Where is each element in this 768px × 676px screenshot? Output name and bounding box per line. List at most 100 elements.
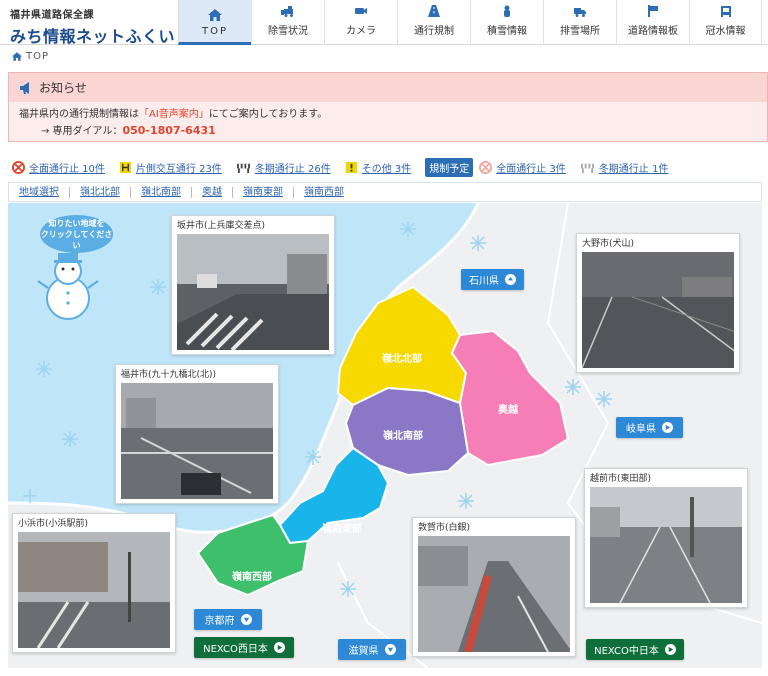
link-kyoto[interactable]: 京都府 — [194, 609, 262, 630]
site-header: 福井県道路保全課 みち情報ネットふくい TOP 除雪状況 カメラ 通行規制 積雪… — [0, 0, 768, 47]
region-label-reihoku-south[interactable]: 嶺北南部 — [383, 427, 423, 442]
camera-echizen[interactable]: 越前市(東田部) — [584, 468, 748, 608]
camera-obama[interactable]: 小浜市(小浜駅前) — [12, 513, 176, 653]
link-label: 京都府 — [204, 616, 235, 627]
region-label-reinan-east[interactable]: 嶺南東部 — [322, 520, 362, 535]
camera-caption: 大野市(犬山) — [582, 239, 635, 249]
nav-snow-dump[interactable]: 排雪場所 — [543, 0, 616, 45]
site-title: みち情報ネットふくい — [10, 27, 176, 46]
link-ishikawa[interactable]: 石川県 — [461, 269, 524, 290]
camera-caption: 福井市(九十九橋北(北)) — [121, 370, 217, 380]
nav-traffic[interactable]: 通行規制 — [397, 0, 470, 45]
tab-reihoku-south[interactable]: 嶺北南部 — [130, 186, 191, 198]
arrow-right-icon — [273, 642, 285, 653]
nav-camera[interactable]: カメラ — [324, 0, 397, 45]
notice-line-2: → 専用ダイアル：050-1807-6431 — [19, 123, 767, 140]
nav-label: カメラ — [346, 26, 376, 37]
region-label-reihoku-north[interactable]: 嶺北北部 — [382, 350, 422, 365]
warning-icon — [345, 161, 357, 173]
region-label-okuetsu[interactable]: 奥越 — [498, 401, 518, 416]
status-other[interactable]: その他 3件 — [345, 160, 412, 175]
camera-ono[interactable]: 大野市(犬山) — [576, 233, 740, 373]
status-link[interactable]: 片側交互通行 23件 — [136, 160, 222, 175]
nav-top[interactable]: TOP — [178, 0, 251, 45]
region-okuetsu — [450, 329, 570, 467]
site-logo[interactable]: 福井県道路保全課 みち情報ネットふくい — [10, 6, 180, 47]
status-planned-full-closure[interactable]: 全面通行止 3件 — [479, 160, 566, 175]
ai-voice-guide: 「AI音声案内」 — [139, 109, 209, 120]
nav-label: 通行規制 — [414, 26, 454, 37]
status-link[interactable]: 全面通行止 10件 — [29, 160, 105, 175]
nav-flood[interactable]: 冠水情報 — [689, 0, 762, 45]
tab-reinan-east[interactable]: 嶺南東部 — [232, 186, 293, 198]
breadcrumb: TOP — [12, 49, 49, 63]
link-gifu[interactable]: 岐阜県 — [616, 417, 683, 438]
link-label: 滋賀県 — [348, 646, 379, 657]
nav-snow-depth[interactable]: 積雪情報 — [470, 0, 543, 45]
nav-label: 冠水情報 — [705, 26, 746, 37]
tab-reihoku-north[interactable]: 嶺北北部 — [69, 186, 130, 198]
tab-reinan-west[interactable]: 嶺南西部 — [293, 186, 354, 198]
regulation-summary: 全面通行止 10件 片側交互通行 23件 冬期通行止 26件 その他 3件 規制… — [12, 157, 682, 177]
tab-area-select[interactable]: 地域選択 — [17, 187, 69, 198]
camera-image — [177, 234, 329, 350]
status-link[interactable]: その他 3件 — [362, 160, 412, 175]
notice-title: お知らせ — [39, 81, 87, 95]
nav-label: 道路情報板 — [628, 26, 678, 37]
camera-caption: 敦賀市(白銀) — [418, 523, 471, 533]
camera-image — [418, 536, 570, 652]
breadcrumb-current: TOP — [26, 50, 50, 62]
main-nav: TOP 除雪状況 カメラ 通行規制 積雪情報 排雪場所 道路情報板 冠水情報 — [178, 0, 762, 45]
nav-label: 除雪状況 — [268, 26, 308, 37]
arrow-up-icon — [505, 274, 516, 285]
flood-icon — [720, 6, 731, 17]
nav-road-board[interactable]: 道路情報板 — [616, 0, 689, 45]
camera-caption: 越前市(東田部) — [590, 474, 652, 484]
no-entry-icon — [479, 160, 493, 174]
link-label: 岐阜県 — [626, 424, 656, 435]
planned-badge: 規制予定 — [425, 157, 474, 177]
camera-image — [590, 487, 742, 603]
notice-text: にてご案内しております。 — [208, 109, 328, 120]
status-full-closure[interactable]: 全面通行止 10件 — [12, 160, 105, 175]
camera-image — [582, 252, 734, 368]
arrow-down-icon — [384, 644, 396, 655]
tab-okuetsu[interactable]: 奥越 — [191, 186, 232, 198]
arrow-down-icon — [240, 614, 252, 625]
camera-caption: 小浜市(小浜駅前) — [18, 519, 89, 529]
status-planned-winter-closure[interactable]: 冬期通行止 1件 — [580, 160, 669, 175]
camera-image — [121, 383, 273, 499]
status-alternating[interactable]: 片側交互通行 23件 — [119, 160, 222, 175]
region-label-reinan-west[interactable]: 嶺南西部 — [232, 568, 272, 583]
bubble-text: クリックしてください — [40, 229, 113, 250]
status-link[interactable]: 冬期通行止 26件 — [255, 160, 331, 175]
link-nexco-central[interactable]: NEXCO中日本 — [586, 639, 684, 660]
link-label: 石川県 — [469, 276, 499, 287]
link-nexco-west[interactable]: NEXCO西日本 — [194, 637, 294, 658]
link-label: NEXCO中日本 — [594, 646, 659, 657]
notice-line-1: 福井県内の通行規制情報は「AI音声案内」にてご案内しております。 — [19, 107, 767, 123]
home-icon[interactable] — [12, 51, 22, 61]
camera-caption: 坂井市(上兵庫交差点) — [177, 221, 266, 231]
nav-label: 積雪情報 — [487, 26, 527, 37]
dump-truck-icon — [574, 8, 586, 17]
org-name: 福井県道路保全課 — [10, 10, 94, 21]
region-map: 知りたい地域を クリックしてください 嶺北北部 奥越 嶺北南部 嶺南東部 嶺南西… — [8, 203, 762, 668]
home-icon — [208, 9, 222, 21]
instruction-bubble: 知りたい地域を クリックしてください — [40, 215, 113, 253]
arrow-right-icon — [662, 422, 673, 433]
camera-fukui[interactable]: 福井市(九十九橋北(北)) — [115, 364, 279, 504]
nav-snowplow[interactable]: 除雪状況 — [251, 0, 324, 45]
status-link[interactable]: 全面通行止 3件 — [496, 160, 566, 175]
bubble-tail — [68, 249, 80, 257]
status-link[interactable]: 冬期通行止 1件 — [599, 160, 669, 175]
nav-label: 排雪場所 — [560, 26, 600, 37]
camera-sakai[interactable]: 坂井市(上兵庫交差点) — [171, 215, 335, 355]
camera-icon — [355, 8, 367, 14]
status-winter-closure[interactable]: 冬期通行止 26件 — [236, 160, 331, 175]
bubble-text: 知りたい地域を — [48, 218, 105, 228]
camera-image — [18, 532, 170, 648]
camera-tsuruga[interactable]: 敦賀市(白銀) — [412, 517, 576, 657]
dial-label: → 専用ダイアル： — [41, 126, 123, 137]
link-shiga[interactable]: 滋賀県 — [338, 639, 406, 660]
